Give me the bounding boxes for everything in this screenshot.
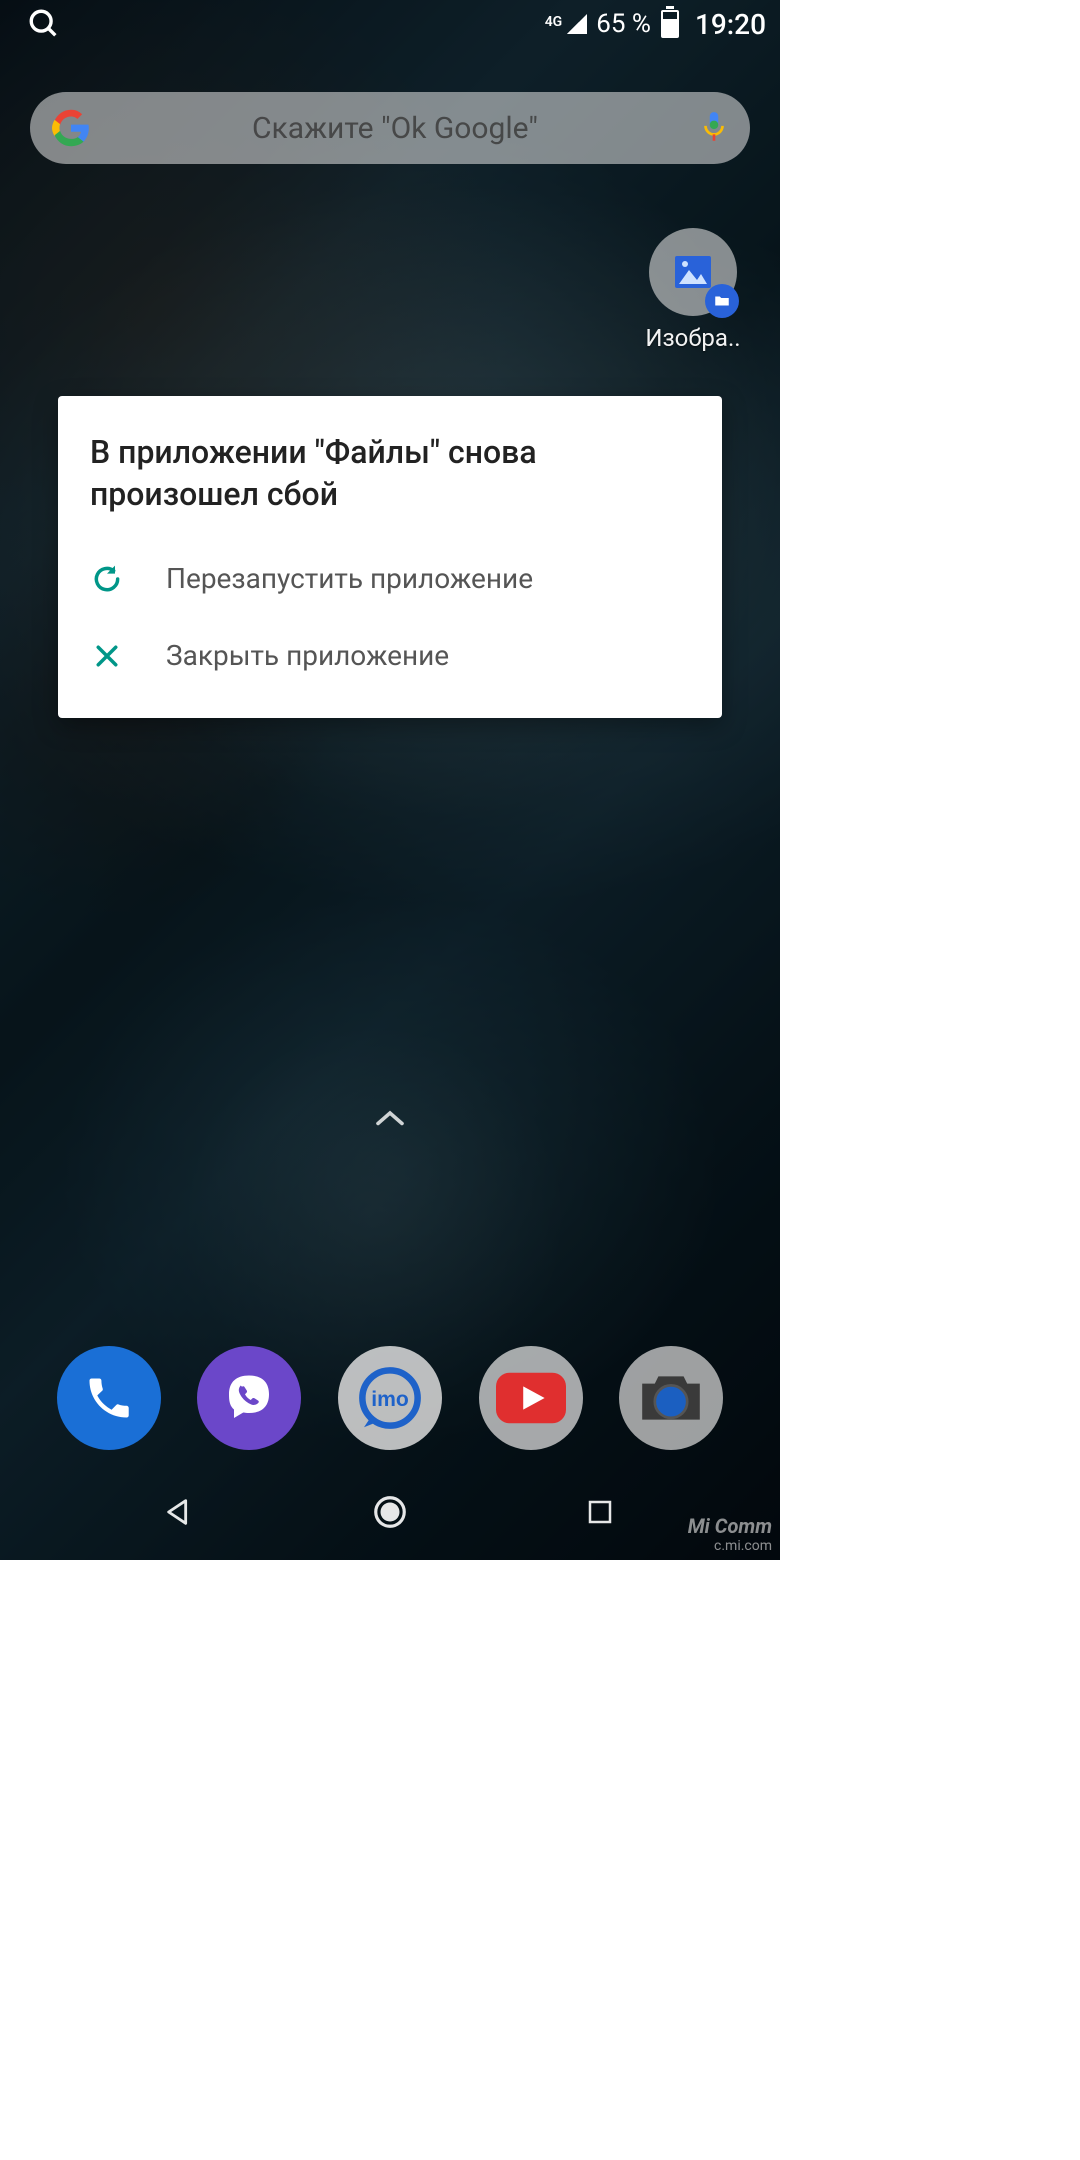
recents-button[interactable] [570,1482,630,1542]
battery-percent: 65 % [596,9,651,39]
clock: 19:20 [695,8,766,41]
watermark: Mi Comm c.mi.com [688,1514,772,1554]
imo-icon: imo [351,1359,429,1437]
close-app-button[interactable]: Закрыть приложение [90,618,690,694]
camera-app[interactable] [619,1346,723,1450]
home-button[interactable] [360,1482,420,1542]
restart-icon [90,562,124,596]
imo-app[interactable]: imo [338,1346,442,1450]
youtube-app[interactable] [479,1346,583,1450]
viber-icon [219,1368,279,1428]
battery-icon [661,10,679,38]
gallery-folder-shortcut[interactable]: Изобра.. [640,228,746,352]
cellular-signal-icon: 4G [545,12,591,36]
network-type-label: 4G [545,14,563,30]
system-nav-bar [0,1464,780,1560]
dialog-title: В приложении "Файлы" снова произошел сбо… [90,432,690,515]
shortcut-label: Изобра.. [645,324,740,352]
viber-app[interactable] [197,1346,301,1450]
back-button[interactable] [150,1482,210,1542]
youtube-icon [496,1372,566,1424]
dock: imo [0,1346,780,1450]
app-drawer-handle-icon[interactable] [372,1108,408,1134]
google-logo-icon [52,109,90,147]
crash-dialog: В приложении "Файлы" снова произошел сбо… [58,396,722,718]
close-label: Закрыть приложение [166,638,449,674]
restart-app-button[interactable]: Перезапустить приложение [90,541,690,617]
camera-icon [635,1368,707,1428]
restart-label: Перезапустить приложение [166,561,533,597]
watermark-line1: Mi Comm [688,1514,772,1538]
close-icon [90,639,124,673]
status-bar: 4G 65 % 19:20 [0,0,780,48]
svg-text:imo: imo [371,1388,409,1411]
phone-app[interactable] [57,1346,161,1450]
watermark-line2: c.mi.com [688,1538,772,1554]
search-placeholder: Скажите "Ok Google" [90,111,700,146]
search-icon[interactable] [14,0,74,54]
mic-icon[interactable] [700,110,728,146]
phone-icon [83,1372,135,1424]
home-screen: 4G 65 % 19:20 Скажите "Ok Google" [0,0,780,1560]
google-search-bar[interactable]: Скажите "Ok Google" [30,92,750,164]
folder-badge-icon [705,284,739,318]
